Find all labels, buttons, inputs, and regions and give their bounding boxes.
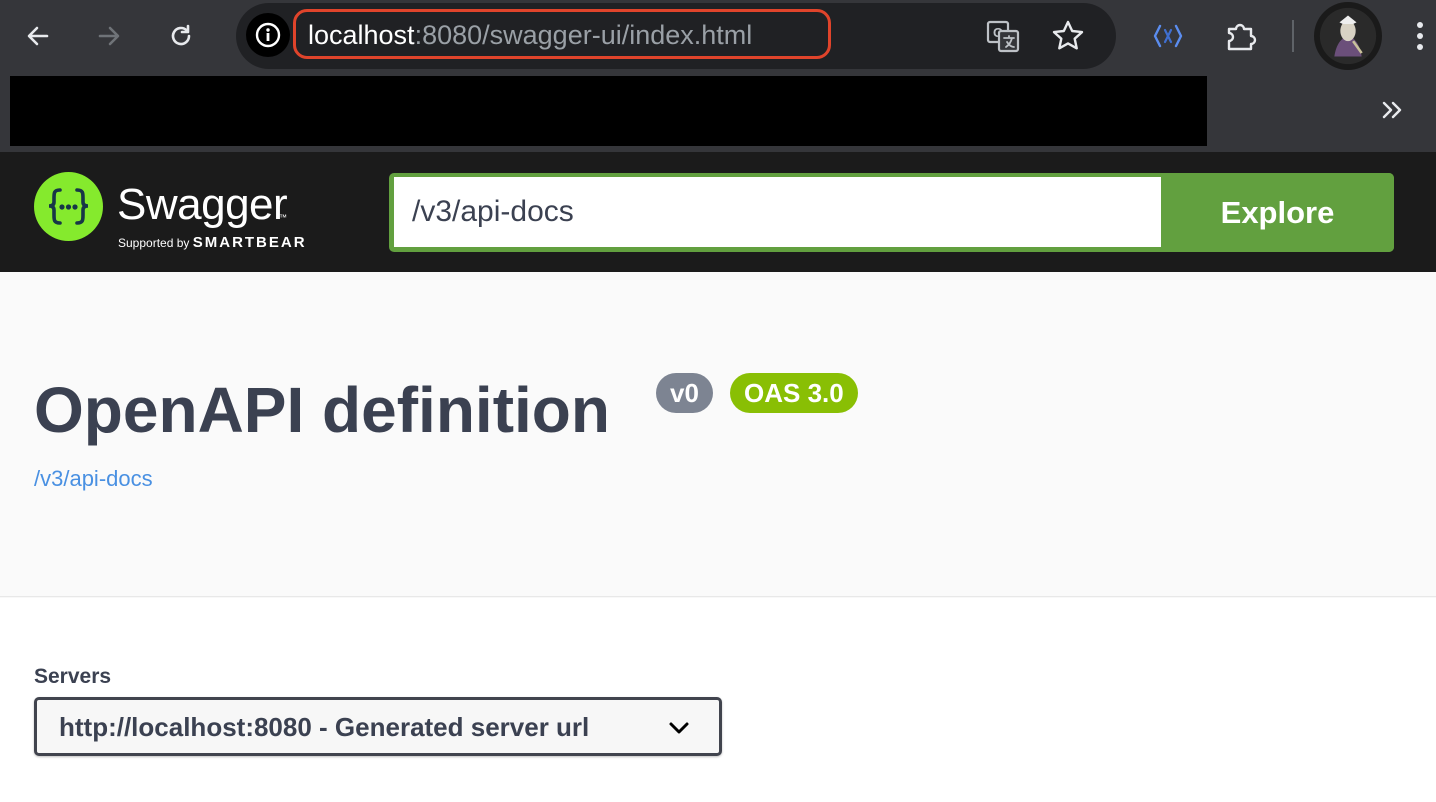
url-text[interactable]: localhost:8080/swagger-ui/index.html <box>308 18 752 52</box>
devtools-extension-button[interactable] <box>1150 18 1186 54</box>
bookmarks-overflow-button[interactable] <box>1372 92 1412 128</box>
url-host: localhost <box>308 20 415 50</box>
swagger-logo-badge <box>34 172 103 241</box>
smartbear-text: SMARTBEAR <box>192 234 307 251</box>
translate-icon: G <box>986 20 1020 53</box>
swagger-logo-title: Swagger <box>117 180 288 229</box>
url-path: :8080/swagger-ui/index.html <box>414 20 753 50</box>
profile-avatar[interactable] <box>1314 2 1382 70</box>
servers-label: Servers <box>34 665 112 688</box>
back-arrow-icon <box>27 26 49 46</box>
swagger-logo[interactable]: Swagger ™ Supported by SMARTBEAR <box>34 172 334 256</box>
avatar-image <box>1319 7 1377 65</box>
chevron-down-icon <box>669 722 689 734</box>
kebab-menu-icon <box>1417 22 1423 28</box>
translate-button[interactable]: G <box>985 18 1021 54</box>
version-badge: v0 <box>656 373 713 413</box>
reload-button[interactable] <box>161 16 201 56</box>
server-select[interactable]: http://localhost:8080 - Generated server… <box>34 697 722 756</box>
swagger-logo-subtitle: Supported by SMARTBEAR <box>118 234 307 251</box>
kebab-menu-icon-dot <box>1417 33 1423 39</box>
double-chevron-right-icon <box>1382 101 1402 119</box>
server-selected-value: http://localhost:8080 - Generated server… <box>59 712 590 742</box>
forward-button[interactable] <box>89 16 129 56</box>
toolbar-separator <box>1292 20 1294 52</box>
code-brackets-icon <box>1153 24 1183 48</box>
reload-icon <box>171 24 191 46</box>
swagger-logo-trademark: ™ <box>279 213 287 222</box>
forward-arrow-icon <box>98 26 120 46</box>
extensions-button[interactable] <box>1223 18 1259 54</box>
spec-url-input[interactable] <box>394 177 1161 247</box>
star-icon <box>1052 20 1084 50</box>
spec-link[interactable]: /v3/api-docs <box>34 466 153 492</box>
info-icon <box>255 22 281 48</box>
bookmark-star-button[interactable] <box>1050 18 1086 54</box>
oas-version-badge: OAS 3.0 <box>730 373 858 413</box>
bookmarks-redacted-area <box>10 76 1207 146</box>
kebab-menu-icon-dot <box>1417 44 1423 50</box>
browser-menu-button[interactable] <box>1408 18 1432 54</box>
puzzle-icon <box>1227 23 1257 51</box>
explore-button[interactable]: Explore <box>1161 173 1394 252</box>
site-info-button[interactable] <box>246 13 290 57</box>
back-button[interactable] <box>18 16 58 56</box>
supported-by-text: Supported by <box>118 236 190 250</box>
curly-braces-icon <box>48 188 89 225</box>
api-title: OpenAPI definition <box>34 374 610 446</box>
